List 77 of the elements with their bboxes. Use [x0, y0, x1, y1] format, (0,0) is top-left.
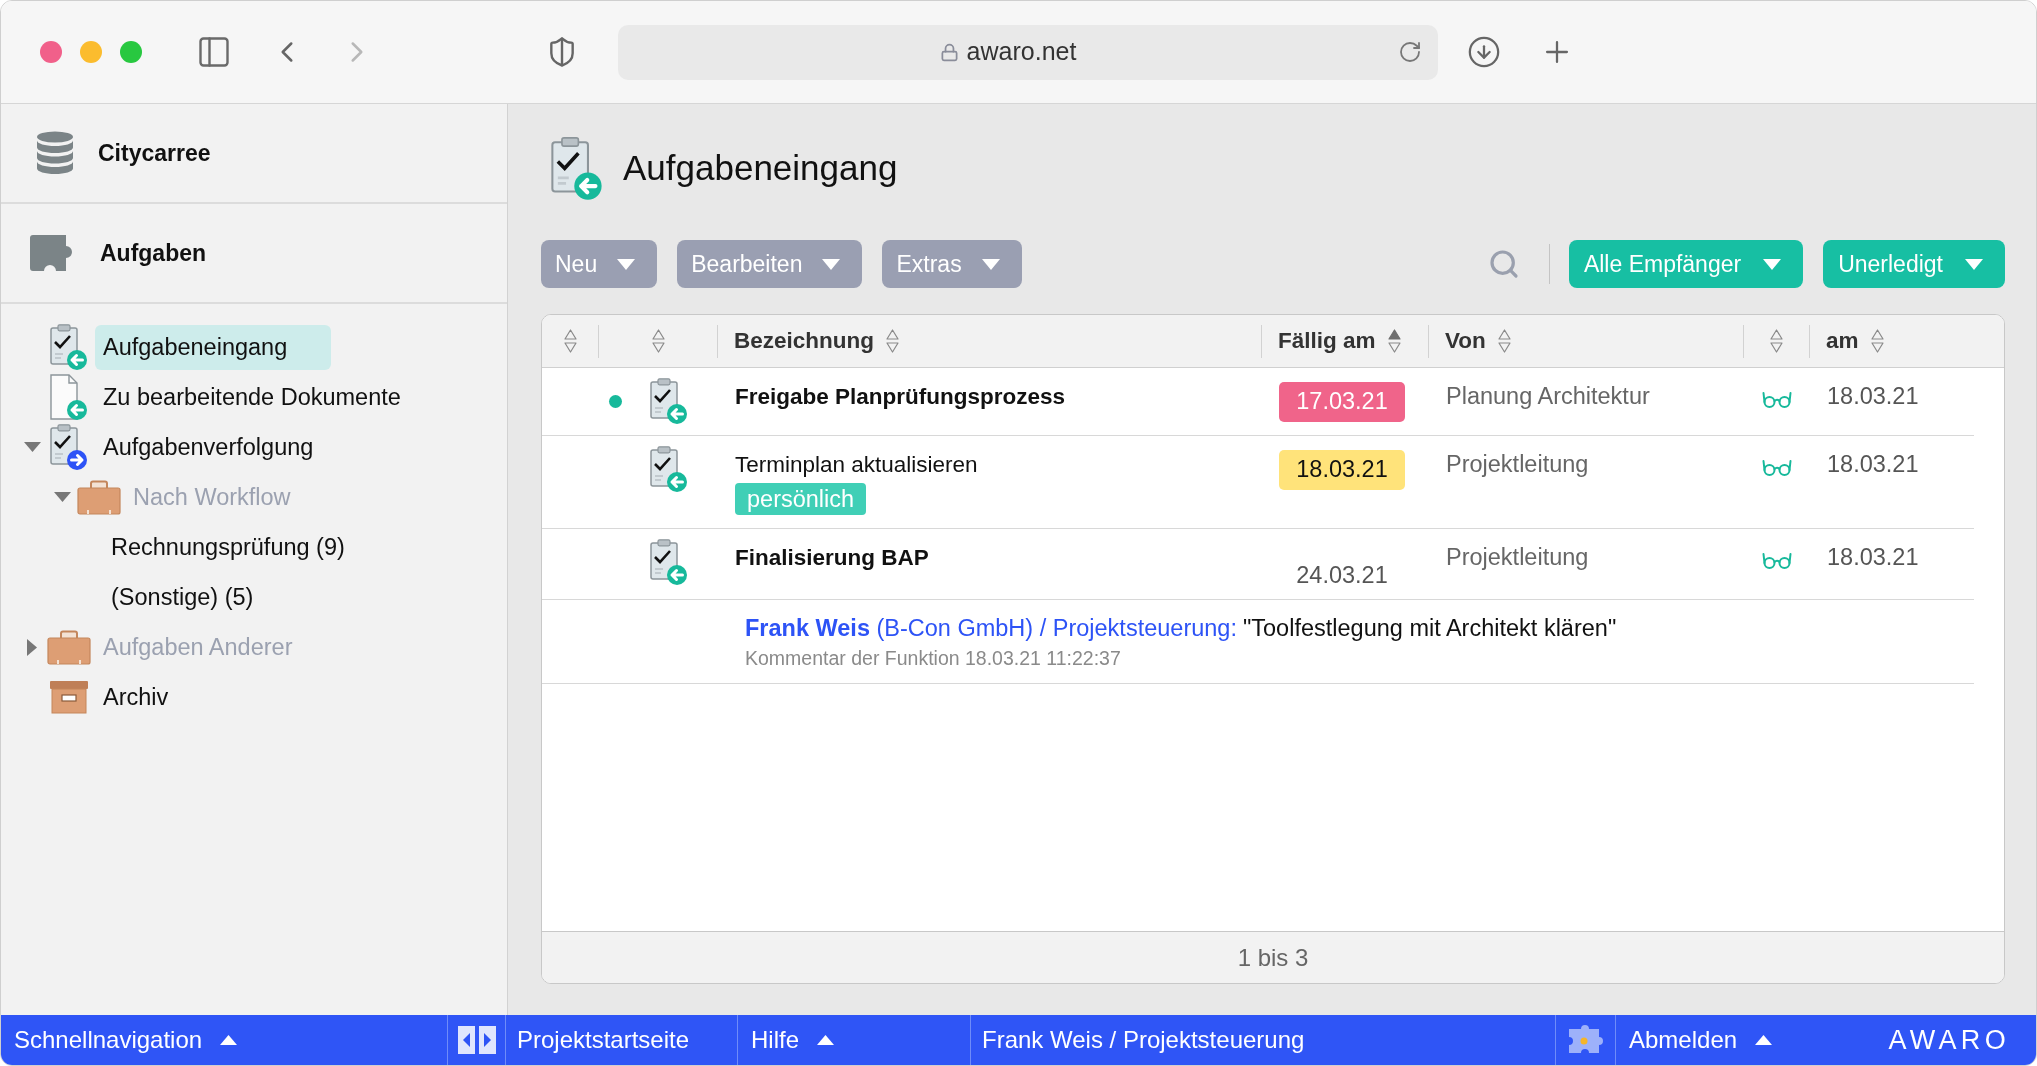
reload-icon[interactable] — [1398, 40, 1422, 64]
caret-down-icon — [1763, 258, 1782, 270]
task-title[interactable]: Finalisierung BAP — [735, 544, 929, 571]
sort-icon[interactable] — [1870, 329, 1884, 353]
table-row[interactable]: Finalisierung BAP 24.03.21 Projektleitung 18.03.21 — [542, 529, 1974, 600]
column-header[interactable]: Fällig am — [1278, 324, 1376, 358]
task-title[interactable]: Freigabe Planprüfungsprozess — [735, 383, 1066, 410]
sort-icon[interactable] — [1387, 329, 1401, 353]
sort-icon[interactable] — [651, 329, 665, 353]
document-arrow-icon — [50, 373, 88, 421]
tree-item[interactable]: Archiv — [95, 674, 177, 720]
clipboard-check-icon — [650, 378, 688, 425]
address-field[interactable]: awaro.net — [618, 24, 1438, 80]
personal-tag: persönlich — [735, 483, 867, 515]
date-text: 18.03.21 — [1827, 383, 1919, 409]
due-date: 24.03.21 — [1296, 561, 1388, 589]
project-name: Citycarree — [98, 138, 211, 168]
date-text: 18.03.21 — [1827, 544, 1919, 570]
sort-icon[interactable] — [1497, 329, 1511, 353]
download-icon[interactable] — [1467, 35, 1501, 69]
sort-icon[interactable] — [1770, 329, 1783, 353]
lock-icon — [939, 41, 959, 63]
caret-up-icon — [1755, 1035, 1773, 1045]
close-window-icon[interactable] — [40, 41, 62, 63]
clipboard-check-icon — [650, 446, 688, 493]
column-header[interactable]: am — [1826, 324, 1859, 358]
briefcase-icon — [47, 629, 91, 665]
caret-down-icon — [822, 258, 841, 270]
column-header[interactable]: Von — [1445, 324, 1486, 358]
caret-up-icon — [817, 1035, 834, 1045]
comment-meta: Kommentar der Funktion 18.03.21 11:22:37 — [745, 646, 1122, 671]
clipboard-check-icon — [551, 135, 603, 202]
sender-text: Projektleitung — [1446, 451, 1589, 477]
search-icon[interactable] — [1487, 248, 1520, 280]
due-date-badge: 17.03.21 — [1279, 382, 1405, 422]
caret-down-icon — [617, 258, 636, 270]
url-text: awaro.net — [966, 36, 1077, 68]
archive-box-icon — [49, 680, 89, 714]
glasses-icon — [1762, 459, 1792, 476]
due-date-badge: 18.03.21 — [1279, 450, 1405, 490]
nav-link[interactable]: Projektstartseite — [517, 1022, 690, 1058]
nav-link[interactable]: Frank Weis / Projektsteuerung — [982, 1022, 1305, 1058]
module-name: Aufgaben — [100, 238, 207, 268]
menu-button[interactable]: Abmelden — [1616, 1015, 1851, 1065]
sort-icon[interactable] — [886, 329, 899, 353]
menu-button[interactable]: Schnellnavigation — [1, 1015, 448, 1065]
database-icon — [36, 131, 74, 175]
sender-text: Planung Architektur — [1446, 383, 1650, 409]
caret-down-icon — [981, 258, 1000, 270]
page-title: Aufgabeneingang — [623, 147, 898, 190]
tree-item[interactable]: Zu bearbeitende Dokumente — [95, 374, 409, 420]
date-text: 18.03.21 — [1827, 451, 1919, 477]
comment-text: "Toolfestlegung mit Architekt klären" — [1242, 614, 1617, 643]
column-header[interactable]: Bezeichnung — [734, 324, 874, 358]
caret-up-icon — [220, 1035, 238, 1045]
clipboard-check-icon — [50, 323, 88, 371]
clipboard-check-icon — [50, 423, 88, 471]
glasses-icon — [1762, 391, 1792, 408]
menu-button[interactable]: Hilfe — [738, 1015, 971, 1065]
expanded-caret-icon[interactable] — [23, 442, 41, 452]
author-link[interactable]: Frank Weis (B-Con GmbH) / Projektsteuerung: — [745, 613, 1237, 643]
tree-item[interactable]: Aufgabeneingang — [95, 324, 332, 370]
pagination-text: 1 bis 3 — [1237, 942, 1309, 973]
panel-arrows-icon[interactable] — [457, 1026, 496, 1054]
awaro-logo: AWARO — [1888, 1023, 2010, 1057]
puzzle-icon[interactable] — [1566, 1025, 1605, 1055]
sender-text: Projektleitung — [1446, 544, 1589, 570]
glasses-icon — [1762, 552, 1792, 569]
briefcase-icon — [77, 479, 121, 515]
caret-down-icon — [1965, 258, 1983, 270]
task-title[interactable]: Terminplan aktualisieren — [735, 451, 978, 478]
tree-item[interactable]: Aufgabenverfolgung — [95, 424, 322, 470]
table-row[interactable]: Freigabe Planprüfungsprozess 17.03.21 Planung Architektur 18.03.21 — [542, 368, 1974, 436]
clipboard-check-icon — [650, 539, 688, 586]
zoom-window-icon[interactable] — [120, 41, 142, 63]
table-row[interactable]: Terminplan aktualisieren persönlich 18.03.21 Projektleitung 18.03.21 — [542, 436, 1974, 529]
sort-icon[interactable] — [563, 329, 577, 353]
